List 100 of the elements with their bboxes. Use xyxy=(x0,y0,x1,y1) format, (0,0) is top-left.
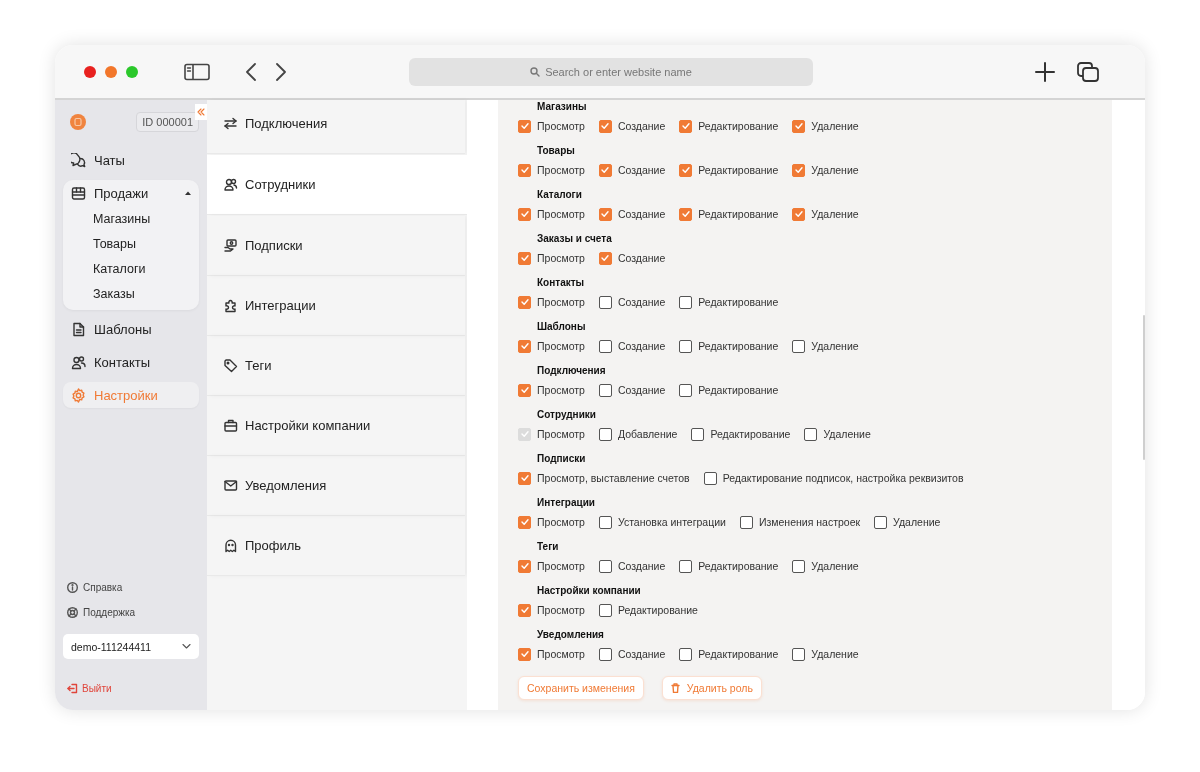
checkbox[interactable] xyxy=(874,515,888,529)
permission-label: Создание xyxy=(617,648,666,660)
permission-label: Создание xyxy=(617,164,666,176)
checkbox[interactable] xyxy=(518,559,531,573)
checkbox[interactable] xyxy=(792,119,806,133)
nav-subitem[interactable]: Товары xyxy=(63,231,199,256)
permission-label: Удаление xyxy=(811,164,859,176)
workspace-select[interactable]: demo-111244411 xyxy=(63,634,199,659)
settings-menu-item[interactable]: Подписки xyxy=(207,216,465,276)
checkbox[interactable] xyxy=(739,515,753,529)
help-link[interactable]: Поддержка xyxy=(83,607,136,618)
nav-item[interactable]: Чаты xyxy=(63,147,199,173)
checkbox[interactable] xyxy=(518,119,531,133)
permission-label: Создание xyxy=(617,252,666,264)
group-title: Настройки компании xyxy=(537,584,642,597)
nav-item[interactable]: Контакты xyxy=(63,349,199,375)
nav-subitem[interactable]: Магазины xyxy=(63,206,199,231)
address-bar[interactable]: Search or enter website name xyxy=(409,57,813,86)
permission-label: Просмотр xyxy=(537,428,585,440)
checkbox[interactable] xyxy=(679,383,693,397)
permission-label: Редактирование xyxy=(698,296,779,308)
checkbox[interactable] xyxy=(598,295,612,309)
settings-menu-item[interactable]: Настройки компании xyxy=(207,396,465,456)
lifebuoy-icon xyxy=(67,607,78,618)
checkbox[interactable] xyxy=(598,515,612,529)
checkbox[interactable] xyxy=(518,471,531,485)
checkbox[interactable] xyxy=(598,251,612,265)
permission-label: Редактирование xyxy=(710,428,791,440)
permission-label: Изменения настроек xyxy=(758,516,861,528)
nav-item[interactable]: Шаблоны xyxy=(63,316,199,342)
checkbox[interactable] xyxy=(518,251,531,265)
checkbox[interactable] xyxy=(679,559,693,573)
plus-icon[interactable] xyxy=(1035,61,1055,82)
checkbox[interactable] xyxy=(792,339,806,353)
settings-menu-item[interactable]: Уведомления xyxy=(207,456,465,516)
permission-label: Установка интеграции xyxy=(617,516,726,528)
permission-label: Просмотр xyxy=(537,384,585,396)
group-title: Заказы и счета xyxy=(537,232,613,245)
checkbox[interactable] xyxy=(598,427,612,441)
permission-label: Удаление xyxy=(811,648,859,660)
checkbox[interactable] xyxy=(598,603,612,617)
settings-menu-item[interactable]: Профиль xyxy=(207,516,465,576)
help-link[interactable]: Справка xyxy=(83,582,123,593)
checkbox[interactable] xyxy=(792,207,806,221)
account-id: ID 000001 xyxy=(136,112,199,132)
checkbox[interactable] xyxy=(598,119,612,133)
permission-label: Редактирование xyxy=(698,384,779,396)
document-icon xyxy=(71,321,86,337)
settings-menu-item[interactable]: Интеграции xyxy=(207,276,465,336)
checkbox[interactable] xyxy=(518,163,531,177)
checkbox[interactable] xyxy=(679,295,693,309)
checkbox[interactable] xyxy=(598,339,612,353)
nav-item[interactable]: Продажи xyxy=(63,180,199,206)
checkbox[interactable] xyxy=(792,647,806,661)
checkbox[interactable] xyxy=(518,339,531,353)
sidebar-icon[interactable] xyxy=(184,62,210,81)
scrollbar[interactable] xyxy=(1143,315,1145,460)
permission-label: Редактирование xyxy=(698,120,779,132)
checkbox[interactable] xyxy=(518,603,531,617)
window-control-icon[interactable] xyxy=(84,65,96,78)
checkbox[interactable] xyxy=(679,339,693,353)
checkbox[interactable] xyxy=(598,383,612,397)
checkbox[interactable] xyxy=(703,471,717,485)
back-icon[interactable] xyxy=(246,62,256,81)
permission-label: Редактирование xyxy=(698,560,779,572)
window-control-icon[interactable] xyxy=(105,65,117,78)
collapse-button[interactable] xyxy=(195,104,207,120)
checkbox[interactable] xyxy=(598,559,612,573)
checkbox[interactable] xyxy=(691,427,705,441)
tabs-icon[interactable] xyxy=(1077,61,1099,82)
checkbox[interactable] xyxy=(804,427,818,441)
checkbox[interactable] xyxy=(518,295,531,309)
checkbox[interactable] xyxy=(518,515,531,529)
checkbox[interactable] xyxy=(679,119,693,133)
checkbox[interactable] xyxy=(792,163,806,177)
permission-label: Просмотр xyxy=(537,296,585,308)
checkbox[interactable] xyxy=(792,559,806,573)
permission-label: Редактирование подписок, настройка реквизитов xyxy=(722,472,964,484)
checkbox[interactable] xyxy=(518,647,531,661)
checkbox[interactable] xyxy=(679,207,693,221)
checkbox[interactable] xyxy=(598,207,612,221)
settings-menu-item[interactable]: Сотрудники xyxy=(207,155,467,215)
checkbox[interactable] xyxy=(679,163,693,177)
checkbox[interactable] xyxy=(598,163,612,177)
checkbox[interactable] xyxy=(518,383,531,397)
permission-label: Просмотр xyxy=(537,120,585,132)
forward-icon[interactable] xyxy=(276,62,286,81)
store-icon xyxy=(71,185,86,201)
checkbox[interactable] xyxy=(598,647,612,661)
address-placeholder: Search or enter website name xyxy=(545,65,692,78)
permission-label: Редактирование xyxy=(698,648,779,660)
caret-icon[interactable] xyxy=(185,191,191,195)
checkbox[interactable] xyxy=(518,207,531,221)
nav-subitem[interactable]: Заказы xyxy=(63,281,199,306)
group-title: Магазины xyxy=(537,100,588,113)
settings-menu-item[interactable]: Подключения xyxy=(207,100,465,154)
gear-icon xyxy=(71,387,86,403)
nav-subitem[interactable]: Каталоги xyxy=(63,256,199,281)
settings-menu-item[interactable]: Теги xyxy=(207,336,465,396)
checkbox[interactable] xyxy=(679,647,693,661)
